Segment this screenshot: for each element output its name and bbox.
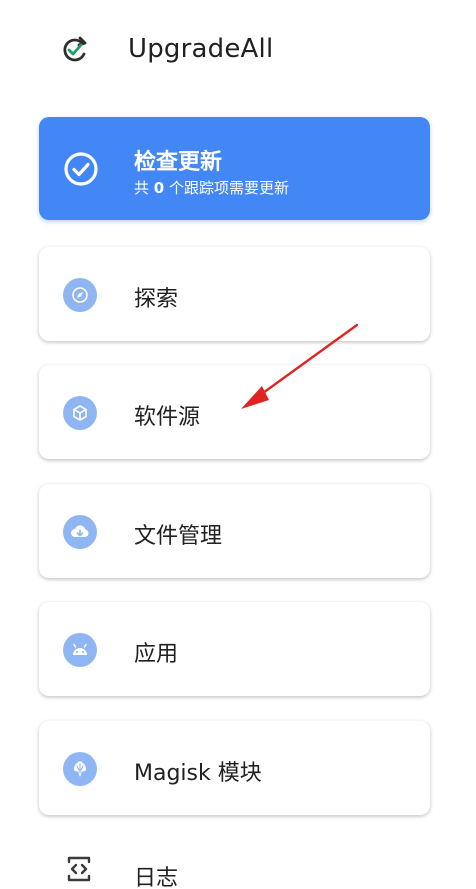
cube-icon (63, 396, 97, 430)
menu-item-label: 应用 (134, 642, 179, 667)
update-count: 0 (153, 179, 165, 197)
compass-icon (63, 278, 97, 312)
magisk-icon (63, 752, 97, 786)
android-icon (63, 633, 97, 667)
check-updates-title: 检查更新 (134, 150, 223, 175)
menu-item-label: 软件源 (134, 405, 201, 430)
check-circle-icon (64, 152, 98, 186)
app-title: UpgradeAll (128, 34, 274, 64)
app-logo-icon (63, 36, 87, 62)
menu-item-sources[interactable]: 软件源 (39, 365, 430, 459)
app-screen: UpgradeAll 检查更新 共 0 个跟踪项需要更新 探索 软件源 文件管理… (0, 0, 476, 889)
app-header: UpgradeAll (0, 0, 476, 100)
check-updates-card[interactable]: 检查更新 共 0 个跟踪项需要更新 (39, 117, 430, 220)
menu-item-label: 日志 (134, 866, 179, 889)
cloud-download-icon (63, 515, 97, 549)
menu-item-log[interactable]: 日志 (0, 840, 476, 889)
check-updates-subtitle: 共 0 个跟踪项需要更新 (134, 179, 289, 197)
menu-item-label: 文件管理 (134, 524, 223, 549)
menu-item-label: Magisk 模块 (134, 761, 262, 786)
menu-item-magisk[interactable]: Magisk 模块 (39, 721, 430, 815)
menu-item-files[interactable]: 文件管理 (39, 484, 430, 578)
code-icon (67, 856, 91, 882)
menu-item-label: 探索 (134, 287, 179, 312)
menu-item-explore[interactable]: 探索 (39, 247, 430, 341)
menu-item-apps[interactable]: 应用 (39, 602, 430, 696)
